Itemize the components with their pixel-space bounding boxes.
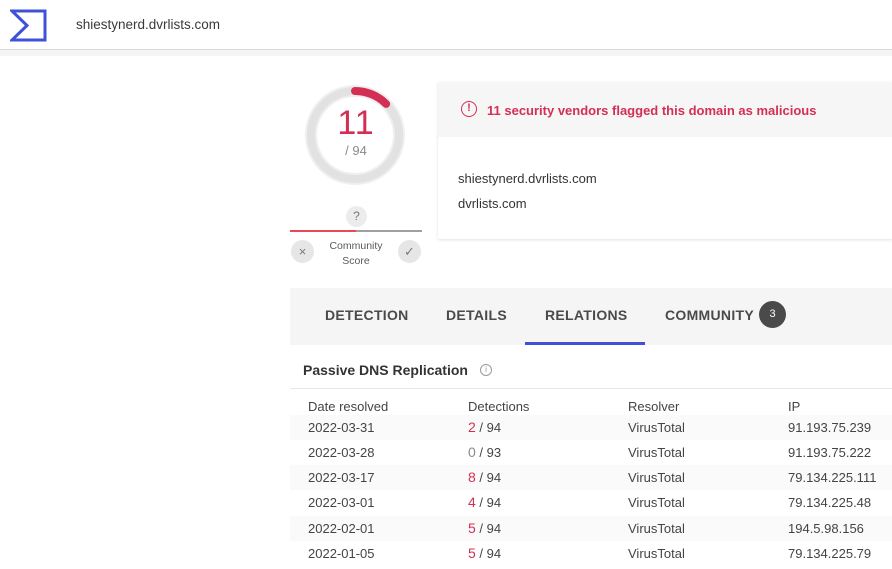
cell-resolver: VirusTotal [628,445,685,460]
cell-detections: 5 / 94 [468,520,501,536]
vote-malicious-button[interactable]: × [291,240,314,263]
cell-detections: 5 / 94 [468,545,501,561]
community-bar-positive [356,230,422,232]
cell-ip-link[interactable]: 91.193.75.222 [788,445,871,460]
alert-text: 11 security vendors flagged this domain … [487,103,817,118]
detection-total: / 94 [475,495,502,510]
detection-count: 4 [468,494,476,510]
cell-detections: 4 / 94 [468,494,501,510]
detection-total: / 94 [475,470,502,485]
detection-count: 5 [468,545,476,561]
parent-domain-link[interactable]: dvrlists.com [458,196,527,211]
community-label-line1: Community [329,240,383,252]
cell-resolver: VirusTotal [628,546,685,561]
detection-count: 2 [468,419,476,435]
cell-date: 2022-03-28 [308,445,375,460]
cell-date: 2022-02-01 [308,521,375,536]
community-score-value: ? [346,206,367,227]
column-header-date: Date resolved [308,399,389,414]
table-row: 2022-03-01 4 / 94 VirusTotal 79.134.225.48 [290,490,892,515]
cell-resolver: VirusTotal [628,521,685,536]
detection-total: / 94 [475,521,502,536]
malicious-count: 11 [337,104,375,142]
cell-detections: 2 / 94 [468,419,501,435]
cell-date: 2022-03-01 [308,495,375,510]
top-bar: shiestynerd.dvrlists.com [0,0,892,50]
column-header-ip: IP [788,399,801,414]
column-header-resolver: Resolver [628,399,680,414]
cell-ip-link[interactable]: 91.193.75.239 [788,420,871,435]
detection-total: / 94 [475,546,502,561]
cell-ip-link[interactable]: 194.5.98.156 [788,521,864,536]
detection-count: 0 [468,444,476,460]
community-bar-negative [290,230,356,232]
community-label-line2: Score [342,255,370,267]
virustotal-logo-icon[interactable] [10,9,47,42]
cell-detections: 8 / 94 [468,469,501,485]
vendor-total: / 94 [345,143,367,158]
vote-harmless-button[interactable]: ✓ [398,240,421,263]
search-input[interactable]: shiestynerd.dvrlists.com [76,17,220,32]
detection-count: 5 [468,520,476,536]
table-row: 2022-01-05 5 / 94 VirusTotal 79.134.225.79 [290,541,892,566]
alert-icon: ! [461,101,477,117]
cell-date: 2022-03-17 [308,470,375,485]
tab-detection[interactable]: DETECTION [325,307,409,323]
cell-date: 2022-01-05 [308,546,375,561]
cell-date: 2022-03-31 [308,420,375,435]
community-count-badge: 3 [759,301,786,328]
table-row: 2022-03-17 8 / 94 VirusTotal 79.134.225.111 [290,465,892,490]
table-row: 2022-02-01 5 / 94 VirusTotal 194.5.98.156 [290,516,892,541]
community-score-label: Community Score [320,239,392,269]
tab-details[interactable]: DETAILS [446,307,507,323]
tab-community[interactable]: COMMUNITY [665,307,754,323]
cell-resolver: VirusTotal [628,420,685,435]
cell-ip-link[interactable]: 79.134.225.79 [788,546,871,561]
detection-count: 8 [468,469,476,485]
section-divider [290,388,892,389]
cell-resolver: VirusTotal [628,470,685,485]
cell-ip-link[interactable]: 79.134.225.48 [788,495,871,510]
active-tab-indicator [525,342,645,345]
tab-relations[interactable]: RELATIONS [545,307,628,323]
cell-resolver: VirusTotal [628,495,685,510]
cell-detections: 0 / 93 [468,444,501,460]
table-row: 2022-03-31 2 / 94 VirusTotal 91.193.75.239 [290,415,892,440]
info-icon[interactable]: i [480,364,492,376]
column-header-detections: Detections [468,399,530,414]
domain-name: shiestynerd.dvrlists.com [458,171,597,186]
detection-total: / 93 [475,445,502,460]
table-row: 2022-03-28 0 / 93 VirusTotal 91.193.75.222 [290,440,892,465]
cell-ip-link[interactable]: 79.134.225.111 [788,470,876,485]
section-title: Passive DNS Replication [303,362,468,378]
header-divider [0,50,892,56]
detection-total: / 94 [475,420,502,435]
